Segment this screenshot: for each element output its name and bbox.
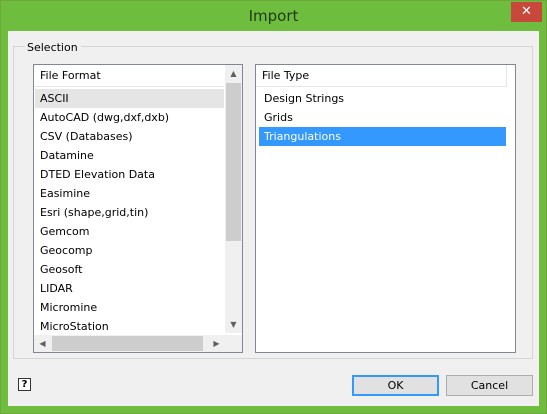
list-item[interactable]: Esri (shape,grid,tin) [35, 203, 224, 222]
ok-button[interactable]: OK [352, 375, 439, 396]
list-item[interactable]: Grids [259, 108, 506, 127]
vertical-scroll-thumb[interactable] [226, 83, 241, 241]
title-bar[interactable]: Import ✕ [1, 1, 546, 31]
list-item[interactable]: Geosoft [35, 260, 224, 279]
dialog-body: Selection File Format ASCII AutoCAD (dwg… [8, 31, 539, 406]
list-item[interactable]: Micromine [35, 298, 224, 317]
selection-group-label: Selection [25, 41, 81, 55]
file-type-header[interactable]: File Type [256, 65, 507, 87]
list-item[interactable]: ASCII [35, 89, 224, 108]
list-item[interactable]: Datamine [35, 146, 224, 165]
list-item[interactable]: LIDAR [35, 279, 224, 298]
file-format-list[interactable]: File Format ASCII AutoCAD (dwg,dxf,dxb) … [33, 64, 243, 353]
list-item[interactable]: Easimine [35, 184, 224, 203]
list-item[interactable]: CSV (Databases) [35, 127, 224, 146]
scroll-up-icon[interactable]: ▲ [225, 65, 242, 82]
horizontal-scroll-thumb[interactable] [52, 336, 203, 351]
vertical-scrollbar[interactable]: ▲ ▼ [225, 65, 242, 333]
scrollbar-corner [225, 335, 242, 352]
list-item[interactable]: AutoCAD (dwg,dxf,dxb) [35, 108, 224, 127]
scroll-right-icon[interactable]: ▶ [208, 335, 225, 352]
help-icon[interactable]: ? [18, 378, 31, 391]
horizontal-scrollbar[interactable]: ◀ ▶ [34, 335, 225, 352]
list-item[interactable]: Design Strings [259, 89, 506, 108]
list-item[interactable]: MicroStation [35, 317, 224, 336]
dialog-title: Import [248, 7, 299, 25]
list-item[interactable]: Gemcom [35, 222, 224, 241]
list-item[interactable]: Geocomp [35, 241, 224, 260]
list-item[interactable]: DTED Elevation Data [35, 165, 224, 184]
list-item[interactable]: Triangulations [259, 127, 506, 146]
import-dialog: Import ✕ Selection File Format ASCII Aut… [0, 0, 547, 414]
file-format-header[interactable]: File Format [34, 65, 224, 87]
cancel-button[interactable]: Cancel [446, 375, 533, 396]
scroll-left-icon[interactable]: ◀ [34, 335, 51, 352]
close-button[interactable]: ✕ [511, 2, 542, 22]
selection-group: Selection File Format ASCII AutoCAD (dwg… [13, 41, 533, 359]
scroll-down-icon[interactable]: ▼ [225, 316, 242, 333]
file-type-list[interactable]: File Type Design Strings Grids Triangula… [255, 64, 516, 353]
